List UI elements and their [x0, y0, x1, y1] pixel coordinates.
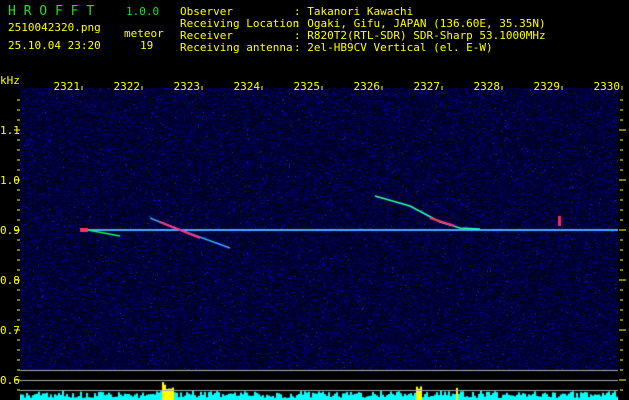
x-tick-label: 2327	[414, 80, 441, 93]
axes: kHz 2321 2322 2323 2324 2325 2326 2327 2328 2329 2…	[0, 74, 626, 391]
x-tick-label: 2330	[594, 80, 621, 93]
x-tick-label: 2322	[114, 80, 141, 93]
x-tick-label: 2321	[54, 80, 81, 93]
x-tick-label: 2323	[174, 80, 201, 93]
x-tick-label: 2329	[534, 80, 561, 93]
x-tick-label: 2324	[234, 80, 261, 93]
x-tick-label: 2328	[474, 80, 501, 93]
x-tick-label: 2325	[294, 80, 321, 93]
unit-label: kHz	[0, 74, 20, 87]
x-tick-label: 2326	[354, 80, 381, 93]
